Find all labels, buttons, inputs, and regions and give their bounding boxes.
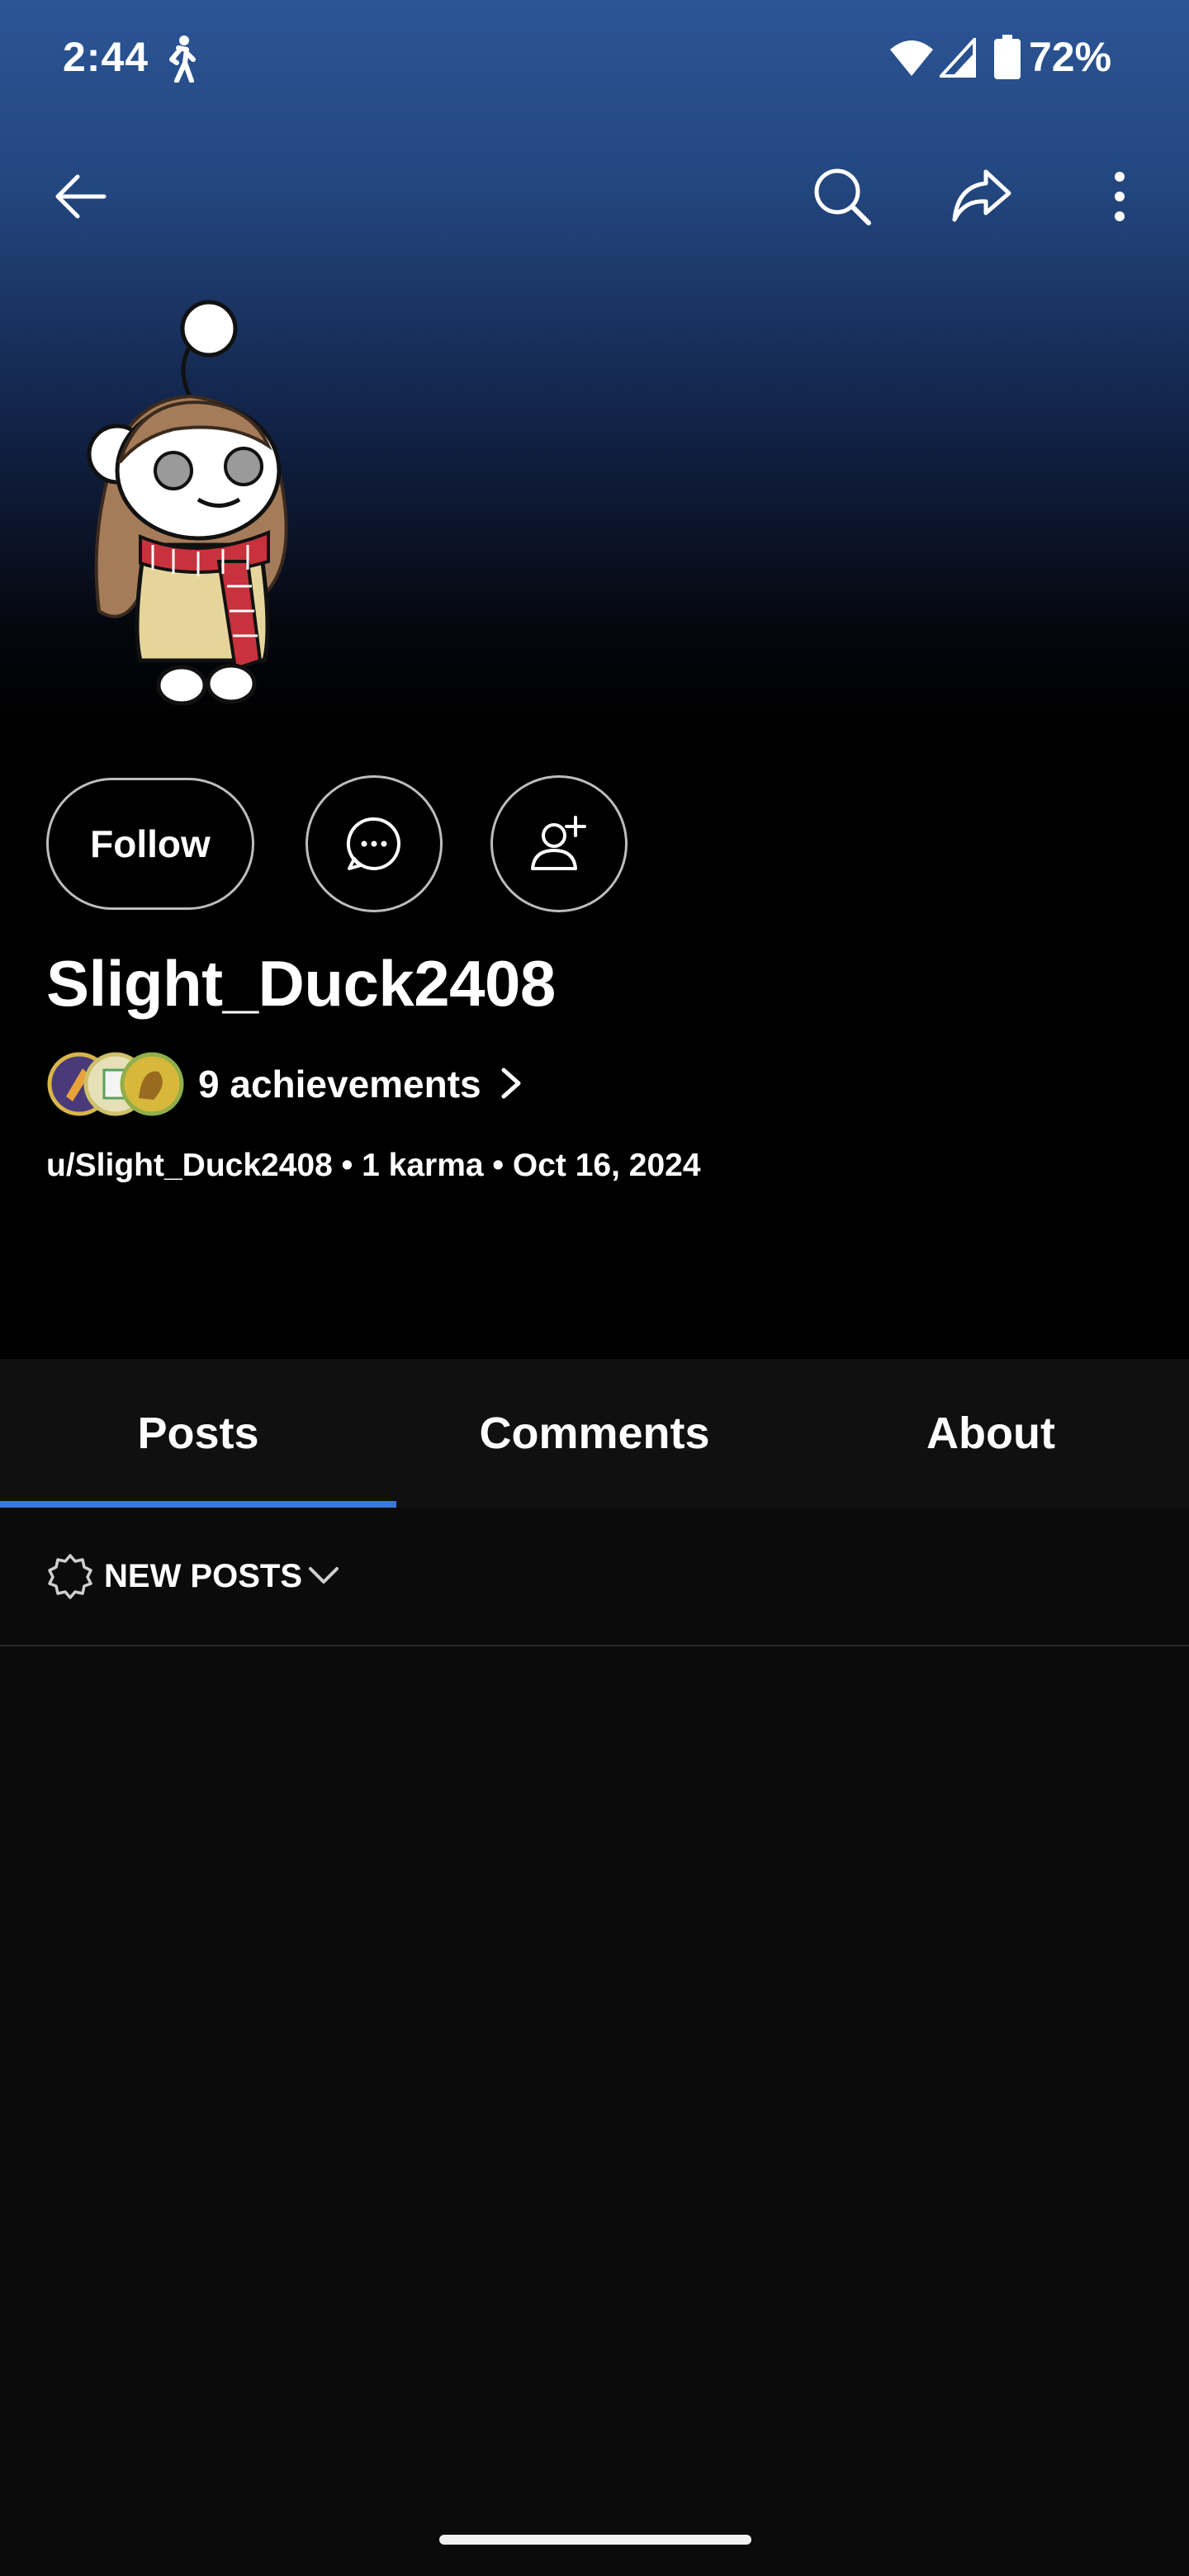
status-time: 2:44 (63, 34, 149, 80)
profile-meta: u/Slight_Duck2408 • 1 karma • Oct 16, 20… (46, 1148, 701, 1183)
active-tab-indicator (0, 1501, 396, 1508)
search-button[interactable] (803, 157, 882, 236)
signal-icon (940, 38, 976, 78)
sort-label: NEW POSTS (104, 1558, 303, 1594)
more-options-button[interactable] (1080, 157, 1159, 236)
tab-comments[interactable]: Comments (396, 1359, 793, 1508)
wifi-icon (890, 40, 933, 76)
posts-feed (0, 1646, 1189, 2505)
battery-percentage: 72% (1029, 34, 1112, 80)
add-user-icon (531, 816, 586, 870)
profile-username: Slight_Duck2408 (46, 947, 556, 1020)
chat-bubble-icon (346, 817, 400, 870)
achievement-badges (47, 1052, 184, 1116)
back-button[interactable] (41, 157, 121, 236)
more-vertical-icon (1115, 172, 1125, 221)
achievements-link[interactable]: 9 achievements (46, 1047, 542, 1121)
status-bar: 2:44 72% (0, 0, 1189, 116)
battery-icon (994, 35, 1021, 79)
tab-posts[interactable]: Posts (0, 1359, 396, 1508)
sort-dropdown[interactable]: NEW POSTS (0, 1508, 1189, 1646)
tab-about[interactable]: About (793, 1359, 1189, 1508)
achievements-count: 9 achievements (198, 1063, 481, 1106)
back-arrow-icon (55, 174, 107, 219)
add-friend-button[interactable] (490, 775, 628, 912)
profile-tabs: Posts Comments About (0, 1359, 1189, 1508)
chevron-down-icon (309, 1567, 339, 1584)
share-button[interactable] (941, 157, 1021, 236)
follow-button[interactable]: Follow (46, 778, 254, 910)
home-indicator[interactable] (439, 2535, 751, 2545)
new-badge-icon (48, 1554, 92, 1599)
share-icon (952, 169, 1011, 222)
avatar[interactable] (74, 297, 322, 710)
chevron-right-icon (501, 1068, 521, 1099)
chat-button[interactable] (306, 775, 443, 912)
search-icon (814, 168, 871, 225)
top-navigation (0, 157, 1189, 248)
walk-icon (169, 36, 196, 83)
